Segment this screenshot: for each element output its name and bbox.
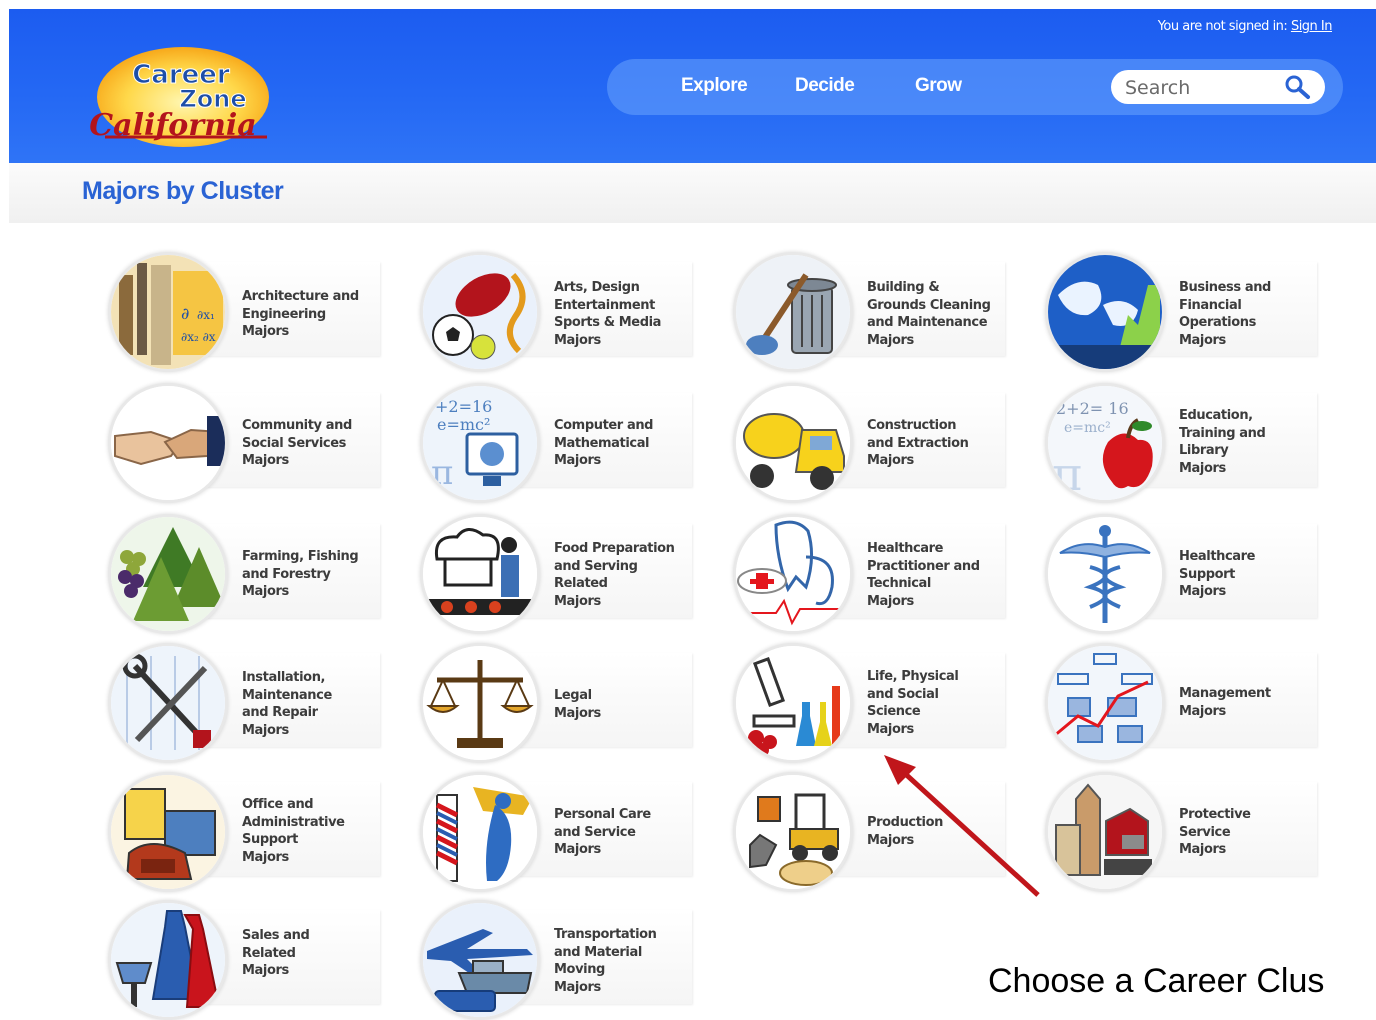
cluster-life-physical-science[interactable]: Life, Physical and Social Science Majors — [733, 643, 1005, 763]
tools-icon — [108, 643, 228, 763]
cluster-label: Arts, Design Entertainment Sports & Medi… — [554, 280, 662, 348]
career-zone-logo[interactable]: Career Zone California — [85, 39, 275, 151]
scales-icon — [420, 643, 540, 763]
svg-text:∂x₂ ∂x: ∂x₂ ∂x — [181, 330, 216, 344]
trees-grapes-icon — [108, 514, 228, 634]
nav-grow[interactable]: Grow — [915, 75, 962, 97]
org-chart-icon — [1045, 643, 1165, 763]
computer-math-icon: +2=16 e=mc² π — [420, 383, 540, 503]
caduceus-icon — [1045, 514, 1165, 634]
cluster-label: Protective Service Majors — [1179, 807, 1251, 857]
cluster-label: Construction and Extraction Majors — [867, 418, 969, 468]
annotation-arrow-icon — [884, 755, 1040, 897]
cluster-label: Computer and Mathematical Majors — [554, 418, 654, 468]
svg-text:2+2= 16: 2+2= 16 — [1056, 399, 1129, 418]
cluster-business-financial[interactable]: Business and Financial Operations Majors — [1045, 252, 1317, 372]
cluster-healthcare-support[interactable]: Healthcare Support Majors — [1045, 514, 1317, 634]
cluster-label: Personal Care and Service Majors — [554, 807, 651, 857]
annotation-caption: Choose a Career Clus — [988, 962, 1325, 1000]
cluster-construction-extraction[interactable]: Construction and Extraction Majors — [733, 383, 1005, 503]
cluster-label: Farming, Fishing and Forestry Majors — [242, 549, 359, 599]
signin-text: You are not signed in: — [1157, 19, 1291, 34]
cluster-label: Management Majors — [1179, 686, 1271, 719]
cluster-arts-design[interactable]: Arts, Design Entertainment Sports & Medi… — [420, 252, 692, 372]
cement-truck-icon — [733, 383, 853, 503]
cluster-label: Healthcare Support Majors — [1179, 549, 1256, 599]
cluster-legal[interactable]: Legal Majors — [420, 643, 692, 763]
cluster-community-social[interactable]: Community and Social Services Majors — [108, 383, 380, 503]
cluster-label: Sales and Related Majors — [242, 928, 310, 978]
cluster-computer-math[interactable]: +2=16 e=mc² π Computer and Mathematical … — [420, 383, 692, 503]
architecture-icon: ∂ ∂x₁ ∂x₂ ∂x — [108, 252, 228, 372]
cluster-label: Installation, Maintenance and Repair Maj… — [242, 670, 332, 738]
search-input[interactable] — [1123, 74, 1287, 102]
cluster-personal-care[interactable]: Personal Care and Service Majors — [420, 772, 692, 892]
page-subheader: Majors by Cluster — [9, 163, 1376, 223]
cluster-installation-repair[interactable]: Installation, Maintenance and Repair Maj… — [108, 643, 380, 763]
cluster-sales-related[interactable]: Sales and Related Majors — [108, 900, 380, 1020]
cluster-office-administrative[interactable]: Office and Administrative Support Majors — [108, 772, 380, 892]
cluster-label: Education, Training and Library Majors — [1179, 408, 1266, 476]
cluster-food-preparation[interactable]: Food Preparation and Serving Related Maj… — [420, 514, 692, 634]
cluster-label: Legal Majors — [554, 688, 601, 721]
cluster-healthcare-practitioner[interactable]: Healthcare Practitioner and Technical Ma… — [733, 514, 1005, 634]
cluster-label: Architecture and Engineering Majors — [242, 289, 359, 339]
nav-explore[interactable]: Explore — [681, 75, 748, 97]
dress-scale-icon — [108, 900, 228, 1020]
apple-icon: 2+2= 16 e=mc² π — [1045, 383, 1165, 503]
cluster-label: Healthcare Practitioner and Technical Ma… — [867, 541, 980, 609]
cluster-label: Office and Administrative Support Majors — [242, 797, 345, 865]
svg-text:π: π — [1052, 447, 1082, 500]
signin-status: You are not signed in: Sign In — [1157, 19, 1333, 34]
nav-decide[interactable]: Decide — [795, 75, 855, 97]
trash-can-icon — [733, 252, 853, 372]
stethoscope-icon — [733, 514, 853, 634]
cluster-farming-fishing[interactable]: Farming, Fishing and Forestry Majors — [108, 514, 380, 634]
cluster-label: Business and Financial Operations Majors — [1179, 280, 1271, 348]
chef-icon — [420, 514, 540, 634]
site-header: You are not signed in: Sign In Career Zo… — [9, 9, 1376, 163]
cluster-label: Community and Social Services Majors — [242, 418, 352, 468]
forklift-icon — [733, 772, 853, 892]
cluster-education-training[interactable]: 2+2= 16 e=mc² π Education, Training and … — [1045, 383, 1317, 503]
phone-folder-icon — [108, 772, 228, 892]
signin-link[interactable]: Sign In — [1291, 19, 1333, 34]
search-box — [1111, 70, 1325, 104]
search-icon[interactable] — [1283, 74, 1311, 100]
cluster-protective-service[interactable]: Protective Service Majors — [1045, 772, 1317, 892]
vehicles-icon — [420, 900, 540, 1020]
cluster-label: Transportation and Material Moving Major… — [554, 927, 657, 995]
microscope-icon — [733, 643, 853, 763]
globe-chart-icon — [1045, 252, 1165, 372]
svg-text:e=mc²: e=mc² — [437, 415, 490, 434]
svg-text:π: π — [431, 453, 453, 493]
handshake-icon — [108, 383, 228, 503]
cluster-architecture-engineering[interactable]: ∂ ∂x₁ ∂x₂ ∂x Architecture and Engineerin… — [108, 252, 380, 372]
svg-text:∂: ∂ — [181, 304, 189, 323]
page-title: Majors by Cluster — [82, 177, 284, 205]
arts-sports-icon — [420, 252, 540, 372]
svg-text:e=mc²: e=mc² — [1064, 420, 1111, 436]
cluster-transportation[interactable]: Transportation and Material Moving Major… — [420, 900, 692, 1020]
main-nav: Explore Decide Grow — [607, 59, 1343, 115]
buildings-icon — [1045, 772, 1165, 892]
cluster-management[interactable]: Management Majors — [1045, 643, 1317, 763]
svg-text:∂x₁: ∂x₁ — [197, 308, 215, 322]
barber-pole-icon — [420, 772, 540, 892]
cluster-building-grounds[interactable]: Building & Grounds Cleaning and Maintena… — [733, 252, 1005, 372]
cluster-label: Life, Physical and Social Science Majors — [867, 669, 959, 737]
cluster-label: Food Preparation and Serving Related Maj… — [554, 541, 675, 609]
cluster-label: Building & Grounds Cleaning and Maintena… — [867, 280, 991, 348]
svg-text:+2=16: +2=16 — [435, 397, 492, 416]
